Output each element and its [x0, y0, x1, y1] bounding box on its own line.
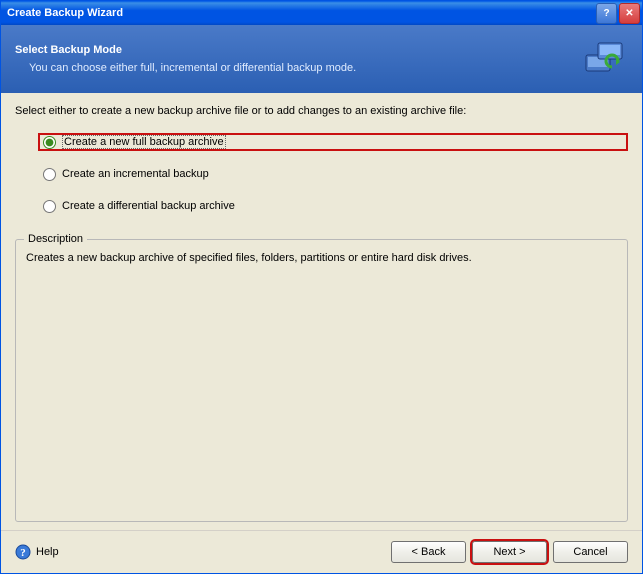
- cancel-button[interactable]: Cancel: [553, 541, 628, 563]
- description-legend: Description: [24, 233, 87, 245]
- help-section[interactable]: ? Help: [15, 544, 391, 560]
- option-full-backup[interactable]: Create a new full backup archive: [38, 133, 628, 151]
- titlebar: Create Backup Wizard ? ✕: [1, 1, 642, 25]
- footer-buttons: < Back Next > Cancel: [391, 541, 628, 563]
- titlebar-buttons: ? ✕: [596, 3, 640, 24]
- back-button[interactable]: < Back: [391, 541, 466, 563]
- radio-full-backup[interactable]: [43, 136, 56, 149]
- backup-icon: [580, 35, 628, 83]
- help-icon: ?: [15, 544, 31, 560]
- wizard-header: Select Backup Mode You can choose either…: [1, 25, 642, 93]
- next-button[interactable]: Next >: [472, 541, 547, 563]
- help-button[interactable]: ?: [596, 3, 617, 24]
- header-title: Select Backup Mode: [15, 44, 572, 56]
- svg-text:?: ?: [20, 547, 26, 559]
- wizard-footer: ? Help < Back Next > Cancel: [1, 530, 642, 573]
- description-panel: Description Creates a new backup archive…: [15, 239, 628, 522]
- radio-incremental-backup[interactable]: [43, 168, 56, 181]
- help-label: Help: [36, 546, 59, 558]
- wizard-content: Select either to create a new backup arc…: [1, 93, 642, 530]
- backup-mode-options: Create a new full backup archive Create …: [15, 133, 628, 229]
- label-full-backup: Create a new full backup archive: [62, 135, 226, 149]
- label-incremental-backup: Create an incremental backup: [62, 168, 209, 180]
- label-differential-backup: Create a differential backup archive: [62, 200, 235, 212]
- header-subtitle: You can choose either full, incremental …: [15, 62, 572, 74]
- description-text: Creates a new backup archive of specifie…: [26, 252, 617, 264]
- wizard-window: Create Backup Wizard ? ✕ Select Backup M…: [0, 0, 643, 574]
- close-button[interactable]: ✕: [619, 3, 640, 24]
- option-incremental-backup[interactable]: Create an incremental backup: [43, 165, 628, 183]
- instruction-text: Select either to create a new backup arc…: [15, 105, 628, 117]
- header-content: Select Backup Mode You can choose either…: [15, 44, 572, 74]
- window-title: Create Backup Wizard: [7, 7, 596, 19]
- option-differential-backup[interactable]: Create a differential backup archive: [43, 197, 628, 215]
- radio-differential-backup[interactable]: [43, 200, 56, 213]
